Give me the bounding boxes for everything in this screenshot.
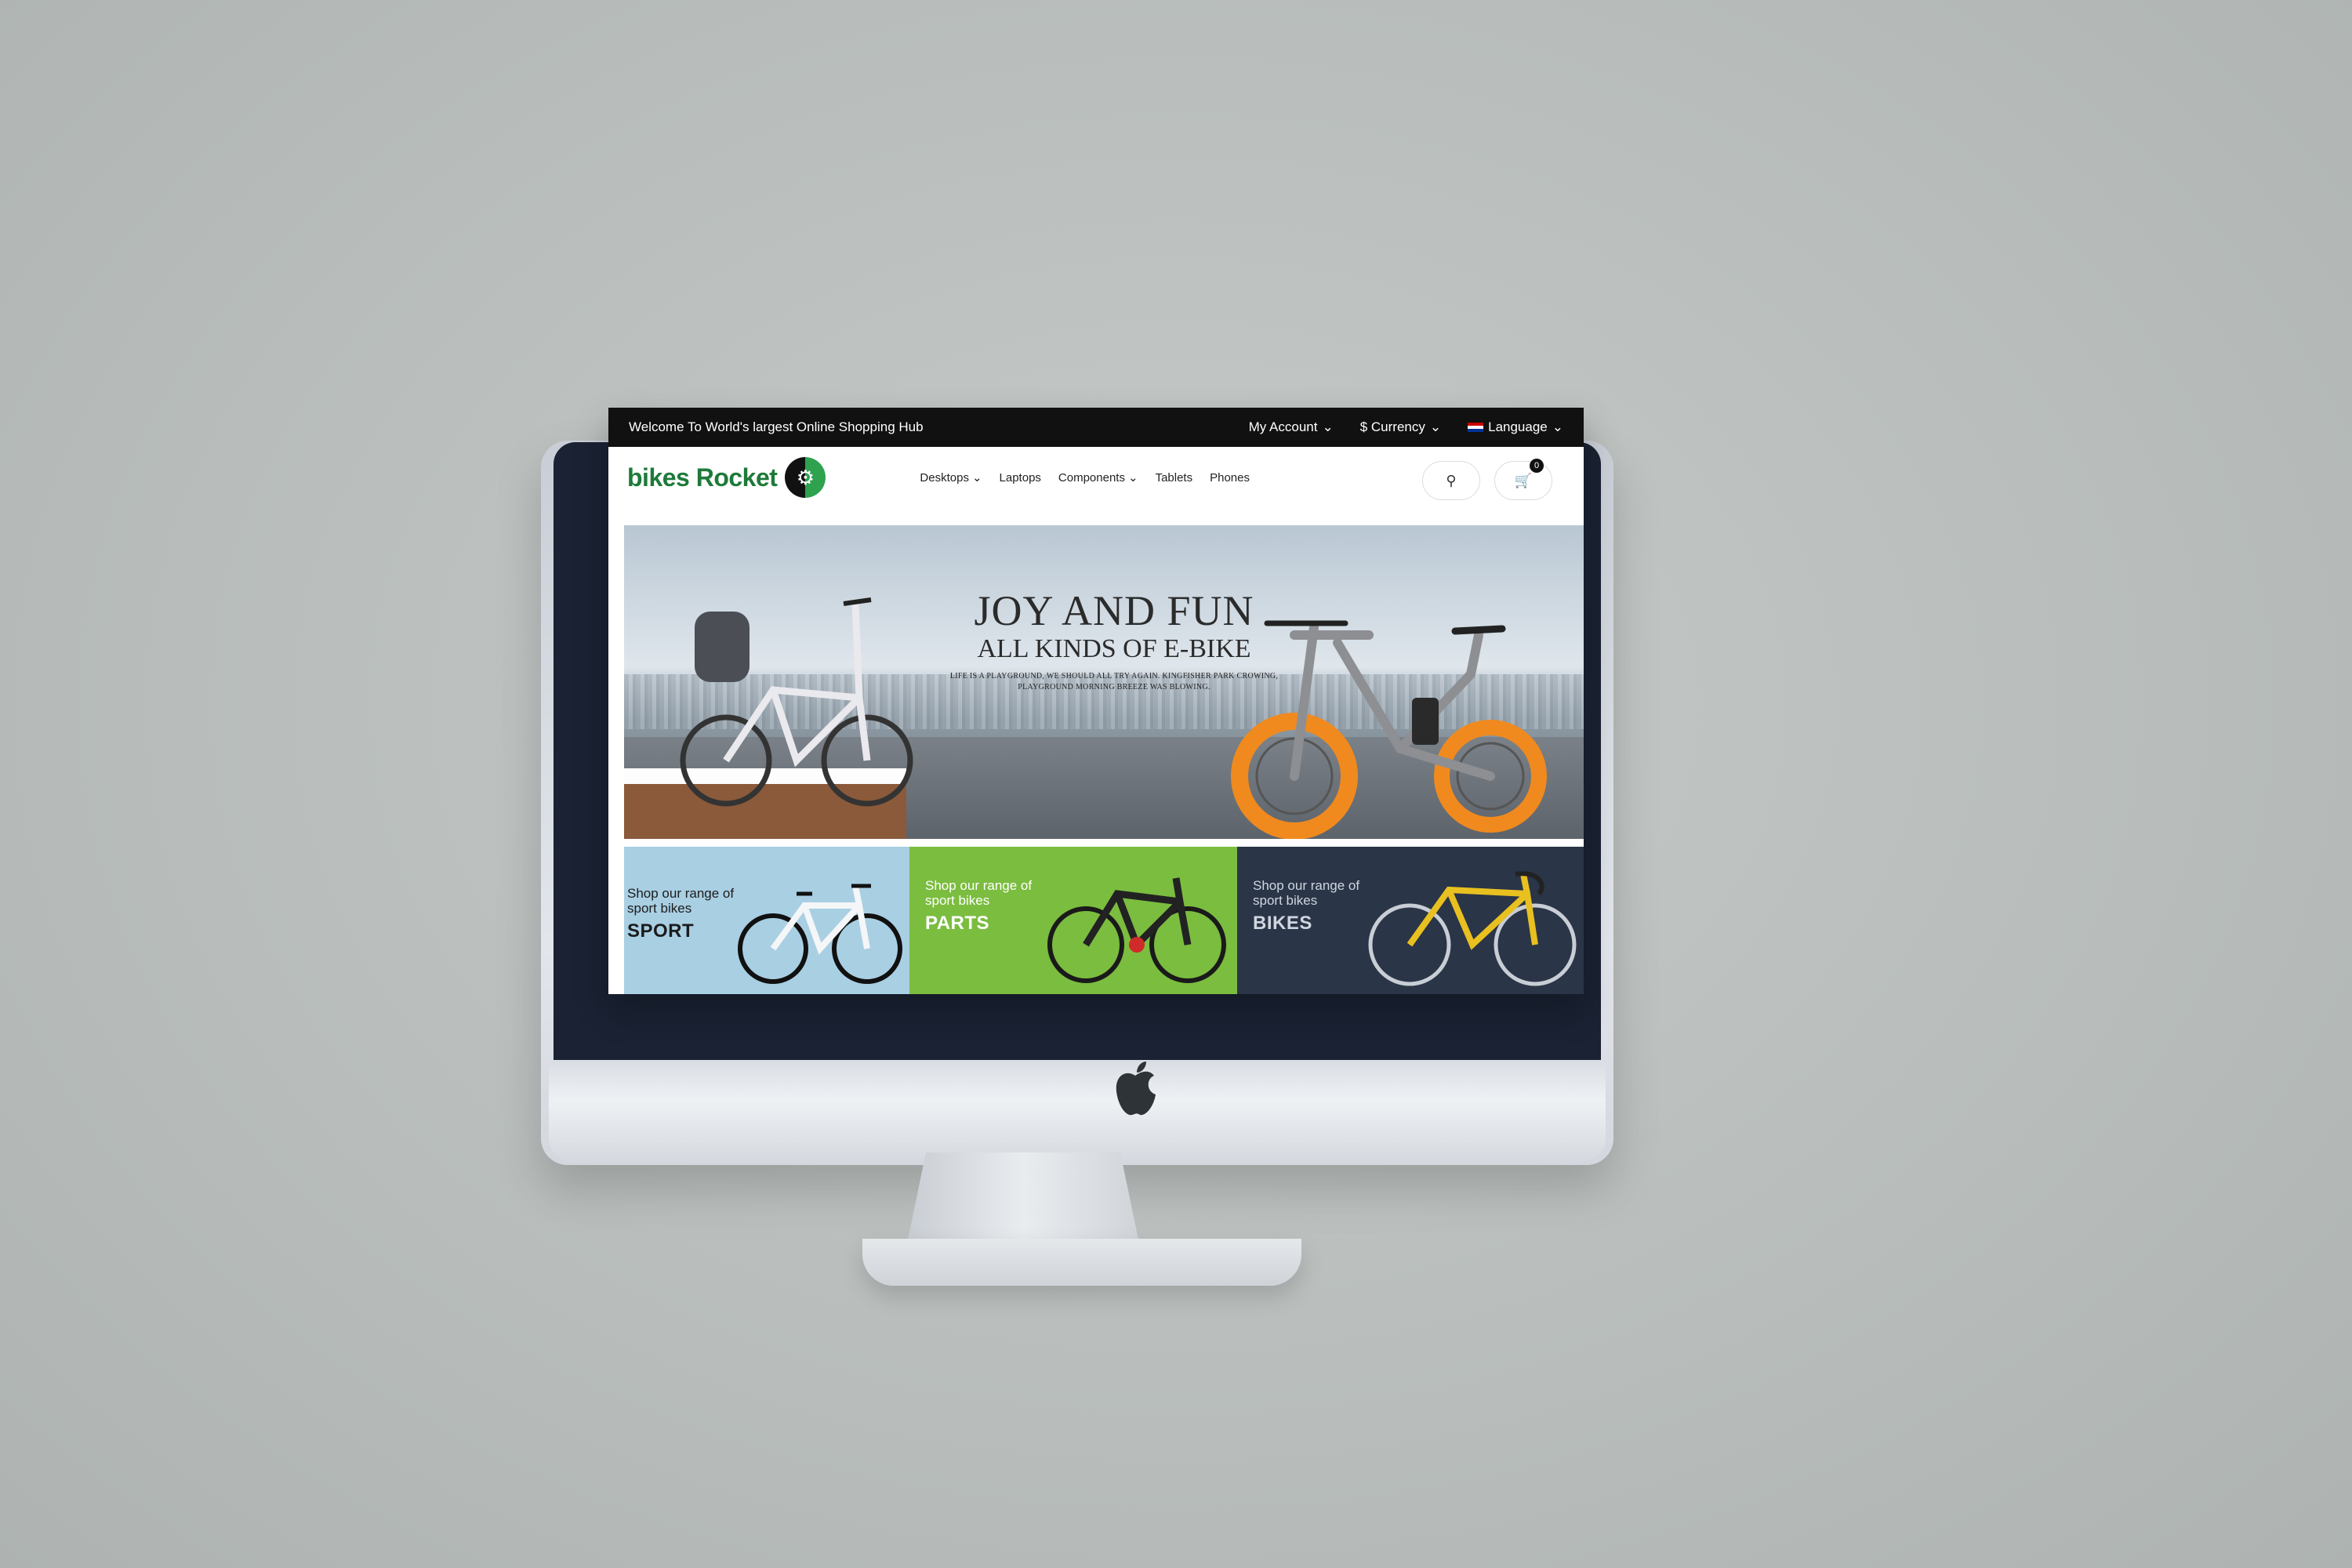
logo-text: bikes Rocket <box>627 463 778 492</box>
apple-logo-icon <box>1112 1060 1159 1118</box>
monitor-chin <box>549 1060 1606 1162</box>
road-bike-image <box>1047 877 1226 983</box>
my-account-dropdown[interactable]: My Account ⌄ <box>1249 419 1334 435</box>
sport-bike-image <box>738 884 902 984</box>
search-button[interactable]: ⚲ <box>1422 461 1480 500</box>
welcome-text: Welcome To World's largest Online Shoppi… <box>629 419 924 434</box>
tile-sport-line2: sport bikes <box>627 901 692 916</box>
chevron-down-icon: ⌄ <box>1552 419 1563 434</box>
tile-parts-title: PARTS <box>925 913 990 934</box>
my-account-label: My Account <box>1248 419 1318 434</box>
tile-bikes[interactable]: Shop our range of sport bikes BIKES <box>1237 847 1584 994</box>
tile-sport-copy: Shop our range of sport bikes SPORT <box>627 886 735 942</box>
tile-parts-line2: sport bikes <box>925 893 990 908</box>
nav-item-label: Components <box>1058 470 1125 485</box>
nav-item-label: Phones <box>1210 470 1250 485</box>
fixie-bike-image <box>1368 871 1577 986</box>
cart-icon: 🛒 <box>1514 472 1533 488</box>
top-bar-links: My Account ⌄ $ Currency ⌄ Language ⌄ <box>1249 419 1563 435</box>
tile-sport-title: SPORT <box>627 920 695 942</box>
tile-sport-line1: Shop our range of <box>627 886 735 901</box>
language-label: Language <box>1488 419 1548 434</box>
tile-parts-line1: Shop our range of <box>925 878 1033 893</box>
main-nav: Desktops ⌄ Laptops Components ⌄ Tablets … <box>920 470 1250 485</box>
tile-bikes-title: BIKES <box>1253 913 1312 934</box>
chevron-down-icon: ⌄ <box>971 471 982 485</box>
nav-item-phones[interactable]: Phones <box>1210 470 1250 485</box>
category-tiles: Shop our range of sport bikes SPORT Shop… <box>624 847 1584 994</box>
tile-bikes-copy: Shop our range of sport bikes BIKES <box>1253 878 1360 934</box>
logo-word-bikes: bikes <box>627 463 690 492</box>
top-bar: Welcome To World's largest Online Shoppi… <box>608 408 1584 447</box>
hero-city-bike-image <box>680 597 913 807</box>
nav-item-desktops[interactable]: Desktops ⌄ <box>920 470 982 485</box>
tile-bikes-line2: sport bikes <box>1253 893 1318 908</box>
cart-count-badge: 0 <box>1530 459 1544 473</box>
nav-item-label: Desktops <box>920 470 969 485</box>
website-screen: Welcome To World's largest Online Shoppi… <box>608 408 1584 994</box>
bike-wheel-icon: ⚙ <box>785 457 826 498</box>
tile-parts-copy: Shop our range of sport bikes PARTS <box>925 878 1033 934</box>
uk-flag-icon <box>1468 423 1484 432</box>
currency-dropdown[interactable]: $ Currency ⌄ <box>1360 419 1441 435</box>
nav-item-components[interactable]: Components ⌄ <box>1058 470 1138 485</box>
nav-item-label: Tablets <box>1155 470 1193 485</box>
site-header: bikes Rocket ⚙ Desktops ⌄ Laptops Compon… <box>608 447 1584 508</box>
currency-label: $ Currency <box>1359 419 1425 434</box>
site-logo[interactable]: bikes Rocket ⚙ <box>627 457 826 498</box>
hero-banner[interactable]: JOY AND FUN ALL KINDS OF E-BIKE LIFE IS … <box>624 525 1584 839</box>
header-actions: ⚲ 🛒 0 <box>1422 459 1552 500</box>
nav-item-laptops[interactable]: Laptops <box>1000 470 1041 485</box>
tile-parts[interactable]: Shop our range of sport bikes PARTS <box>909 847 1237 994</box>
tile-bikes-line1: Shop our range of <box>1253 878 1360 893</box>
nav-item-tablets[interactable]: Tablets <box>1156 470 1193 485</box>
language-dropdown[interactable]: Language ⌄ <box>1468 419 1563 435</box>
cart-button[interactable]: 🛒 0 <box>1494 459 1552 500</box>
logo-word-rocket: Rocket <box>695 463 778 492</box>
tile-sport[interactable]: Shop our range of sport bikes SPORT <box>624 847 909 994</box>
hero-ebike-image <box>1231 620 1547 839</box>
search-icon: ⚲ <box>1446 472 1457 488</box>
monitor-stand-foot <box>862 1239 1301 1286</box>
nav-item-label: Laptops <box>999 470 1041 485</box>
chevron-down-icon: ⌄ <box>1429 419 1442 434</box>
chevron-down-icon: ⌄ <box>1127 471 1138 485</box>
chevron-down-icon: ⌄ <box>1322 419 1334 434</box>
